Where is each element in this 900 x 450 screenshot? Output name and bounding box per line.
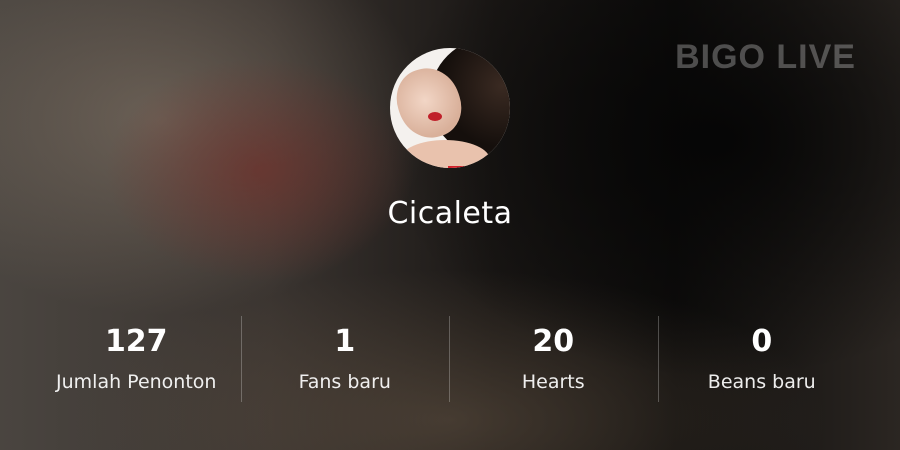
username: Cicaleta (387, 196, 513, 231)
stat-viewers-value: 127 (104, 324, 168, 359)
avatar-lips (428, 112, 442, 121)
stat-viewers-label: Jumlah Penonton (56, 371, 217, 393)
stat-new-beans-label: Beans baru (707, 371, 816, 393)
stat-new-fans-label: Fans baru (298, 371, 391, 393)
stat-new-beans: 0 Beans baru (657, 316, 867, 402)
stat-new-fans: 1 Fans baru (240, 316, 450, 402)
stats-row: 127 Jumlah Penonton 1 Fans baru 20 Heart… (32, 316, 866, 402)
stat-hearts: 20 Hearts (449, 316, 658, 402)
stat-new-beans-value: 0 (751, 324, 773, 359)
stat-new-fans-value: 1 (334, 324, 356, 359)
stat-viewers: 127 Jumlah Penonton (32, 316, 241, 402)
avatar[interactable] (390, 48, 510, 168)
stat-hearts-value: 20 (532, 324, 575, 359)
stat-hearts-label: Hearts (521, 371, 585, 393)
avatar-strap (448, 166, 488, 168)
bigo-live-watermark: BIGO LIVE (675, 38, 856, 76)
